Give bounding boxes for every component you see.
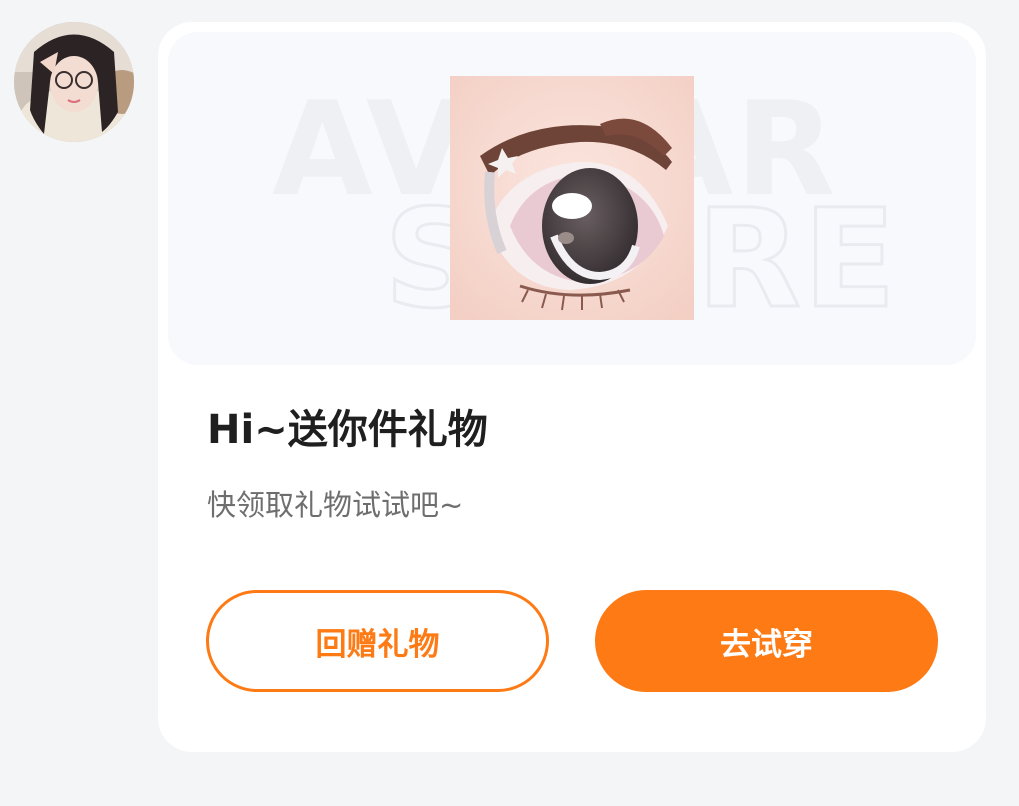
gift-banner: AVATAR STORE	[168, 32, 976, 365]
avatar[interactable]	[14, 22, 134, 142]
try-on-button[interactable]: 去试穿	[595, 590, 938, 692]
anime-eye-icon	[450, 76, 694, 320]
avatar-photo	[14, 22, 134, 142]
gift-card: AVATAR STORE	[158, 22, 986, 752]
gift-item-image	[450, 76, 694, 320]
card-title: Hi~送你件礼物	[207, 407, 488, 453]
return-gift-button[interactable]: 回赠礼物	[206, 590, 549, 692]
card-subtitle: 快领取礼物试试吧~	[207, 488, 464, 522]
